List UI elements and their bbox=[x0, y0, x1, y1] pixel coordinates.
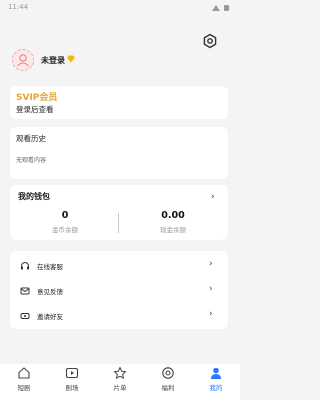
feedback-mail-icon bbox=[20, 287, 30, 295]
svip-title: SVIP会员 bbox=[16, 93, 58, 103]
menu-item-feedback[interactable]: 意见反馈 › bbox=[10, 278, 228, 304]
vip-diamond-icon bbox=[67, 55, 75, 63]
coin-balance-label: 金币余额 bbox=[52, 226, 78, 234]
user-icon bbox=[211, 367, 221, 379]
invite-ticket-icon bbox=[20, 313, 30, 319]
nav-tab-short-drama[interactable]: 短剧 bbox=[9, 366, 39, 398]
status-bar: 11:44 bbox=[0, 0, 240, 16]
chevron-right-icon: › bbox=[209, 259, 213, 269]
nav-tab-label: 片单 bbox=[113, 384, 127, 392]
headset-icon bbox=[21, 262, 29, 270]
nav-tab-mine[interactable]: 我的 bbox=[201, 366, 231, 398]
nav-tab-label: 剧场 bbox=[65, 384, 79, 392]
login-status-text[interactable]: 未登录 bbox=[41, 55, 65, 66]
watch-history-empty: 无观看内容 bbox=[16, 157, 47, 164]
wallet-title: 我的钱包 bbox=[18, 192, 50, 201]
nav-tab-welfare[interactable]: 福利 bbox=[153, 366, 183, 398]
menu-item-label: 在线客服 bbox=[37, 263, 63, 271]
nav-tab-label: 福利 bbox=[161, 384, 175, 392]
cash-balance-label: 现金余额 bbox=[160, 226, 186, 234]
gift-target-icon bbox=[162, 367, 174, 379]
status-time: 11:44 bbox=[8, 3, 29, 11]
nav-tab-theater[interactable]: 剧场 bbox=[57, 366, 87, 398]
menu-item-label: 邀请好友 bbox=[37, 313, 63, 321]
watch-history-title: 观看历史 bbox=[16, 134, 46, 143]
cash-balance-value: 0.00 bbox=[161, 210, 185, 221]
avatar[interactable] bbox=[12, 49, 34, 71]
home-icon bbox=[18, 367, 30, 379]
signal-battery-icon bbox=[212, 5, 229, 11]
menu-item-invite-friends[interactable]: 邀请好友 › bbox=[10, 303, 228, 329]
avatar-person-icon bbox=[17, 54, 29, 67]
play-screen-icon bbox=[65, 367, 79, 379]
menu-item-customer-service[interactable]: 在线客服 › bbox=[10, 253, 228, 279]
chevron-right-icon: › bbox=[209, 309, 213, 319]
svip-subtitle: 登录后查看 bbox=[16, 105, 54, 114]
coin-balance-value: 0 bbox=[61, 210, 69, 221]
menu-item-label: 意见反馈 bbox=[37, 288, 63, 296]
nav-tab-label: 我的 bbox=[209, 384, 223, 392]
chevron-right-icon: › bbox=[209, 284, 213, 294]
wallet-divider bbox=[118, 213, 119, 233]
chevron-right-icon[interactable]: › bbox=[211, 192, 215, 202]
nav-tab-playlist[interactable]: 片单 bbox=[105, 366, 135, 398]
nav-tab-label: 短剧 bbox=[17, 384, 31, 392]
settings-gear-icon[interactable] bbox=[202, 33, 218, 49]
star-icon bbox=[113, 367, 127, 379]
